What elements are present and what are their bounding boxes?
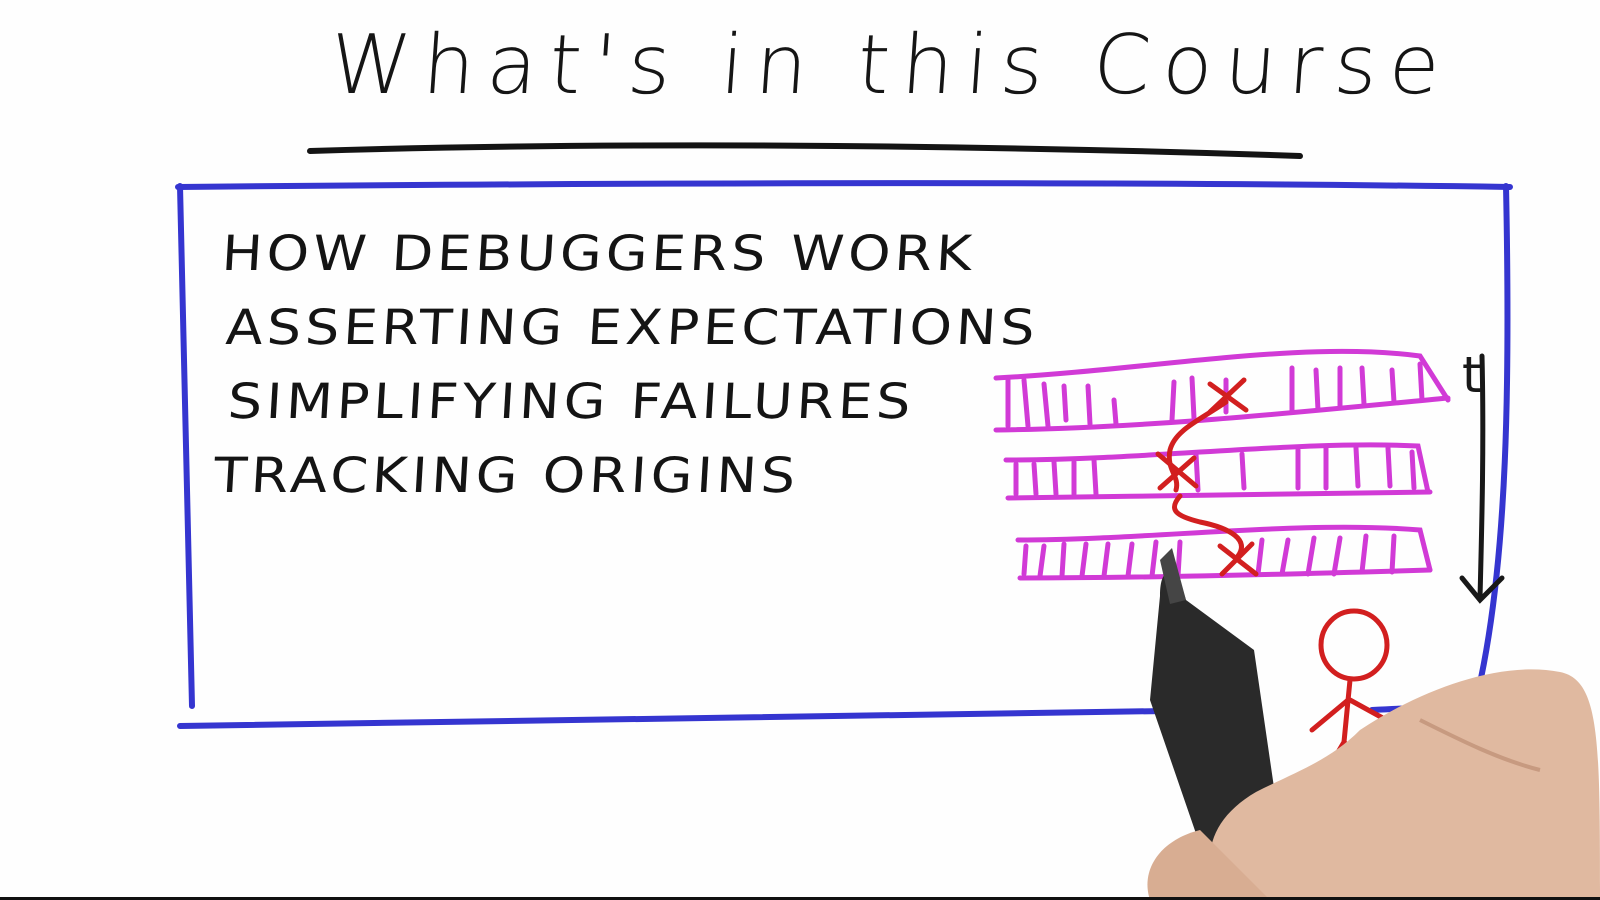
topic-simplifying: SIMPLIFYING FAILURES xyxy=(226,373,917,430)
topic-debuggers: HOW DEBUGGERS WORK xyxy=(220,225,978,282)
topic-origins: TRACKING ORIGINS xyxy=(212,447,801,504)
topic-assertions: ASSERTING EXPECTATIONS xyxy=(224,299,1041,356)
presenter-hand xyxy=(1147,548,1600,900)
execution-trace-diagram xyxy=(993,348,1451,581)
title-underline xyxy=(307,142,1303,159)
slide-title: What's in this Course xyxy=(326,18,1455,113)
slide-canvas: What's in this Course HOW DEBUGGERS WORK… xyxy=(0,0,1600,900)
time-axis-label: t xyxy=(1462,346,1482,404)
